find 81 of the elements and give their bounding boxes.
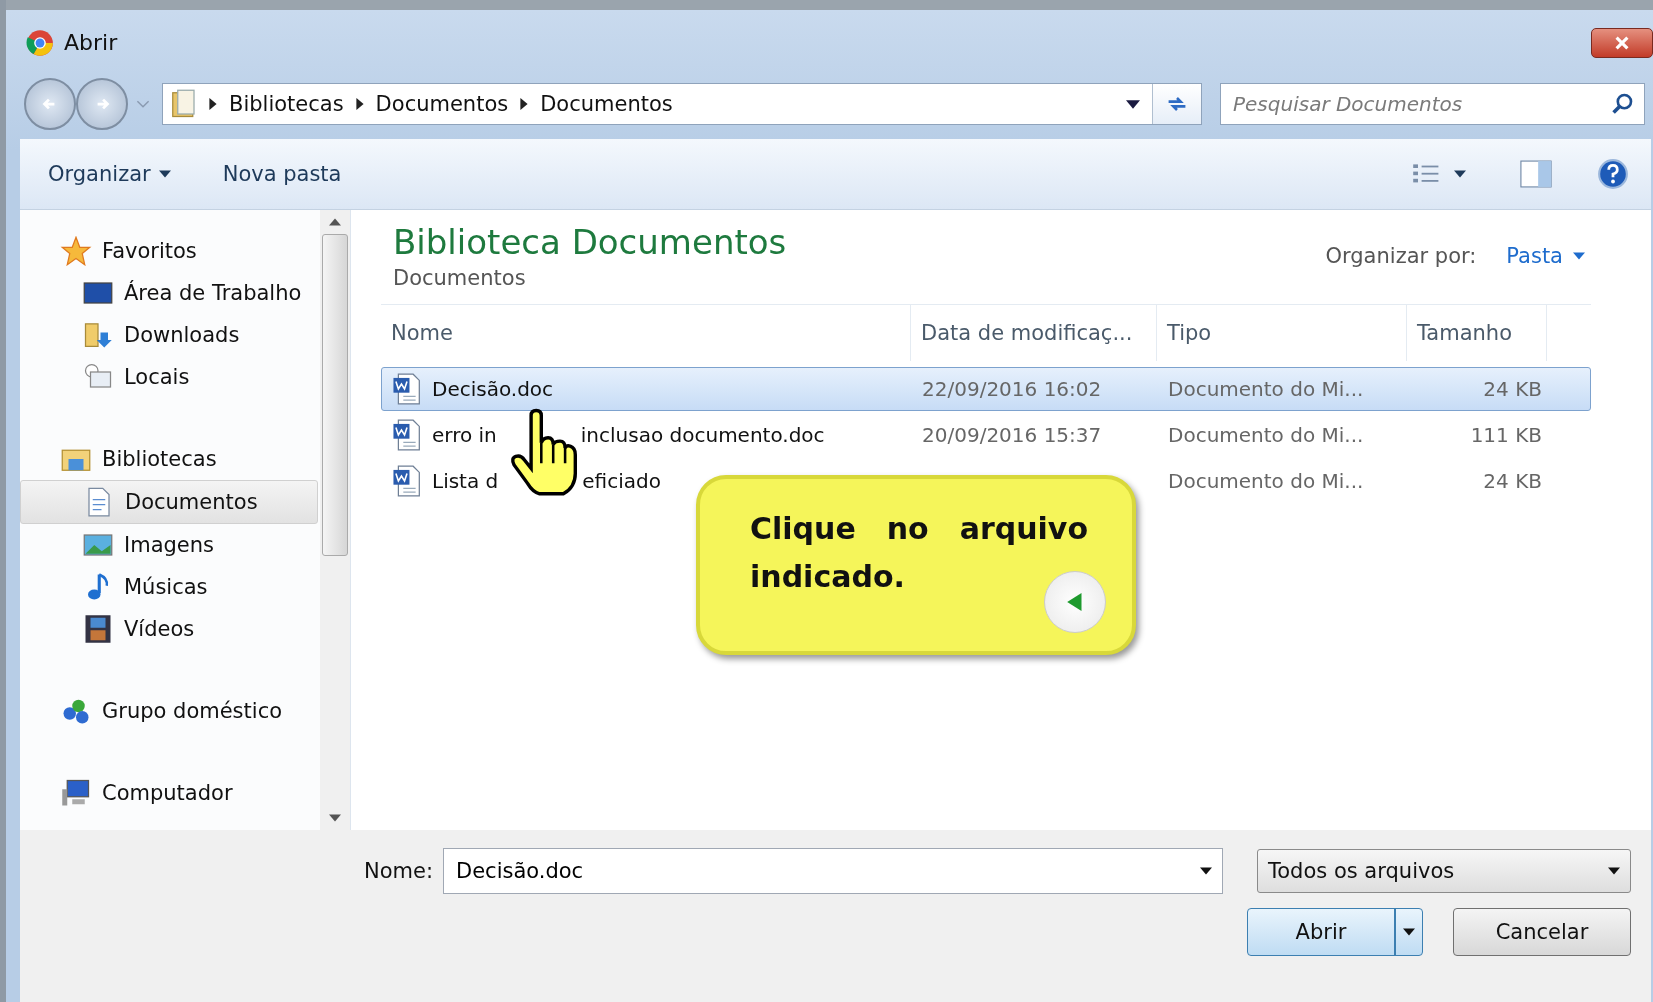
arrange-by-dropdown[interactable]: Pasta — [1500, 243, 1591, 269]
selected-file-row[interactable]: Decisão.doc 22/09/2016 16:02 Documento do Mi... 24 KB — [381, 367, 1591, 411]
file-size: 111 KB — [1469, 423, 1543, 447]
file-type: Documento do Mi... — [1167, 377, 1365, 401]
column-header[interactable]: Tamanho — [1407, 305, 1547, 361]
new-folder-button[interactable]: Nova pasta — [216, 158, 348, 190]
file-name: inclusao documento.doc — [580, 423, 825, 447]
sidebar-item[interactable]: Documentos — [20, 480, 318, 524]
forward-button[interactable] — [76, 78, 128, 130]
column-header[interactable]: Data de modificaç... — [911, 305, 1157, 361]
file-size: 24 KB — [1482, 469, 1543, 493]
close-button[interactable] — [1591, 27, 1653, 58]
library-subtitle: Documentos — [393, 266, 527, 290]
window-title: Abrir — [64, 30, 118, 55]
sidebar-item[interactable]: Downloads — [20, 314, 318, 356]
file-name-label: Nome: — [364, 859, 433, 883]
help-button[interactable] — [1595, 156, 1631, 192]
file-row[interactable]: erro in inclusao documento.doc 20/09/2016 15:37 Documento do Mi... 111 KB — [381, 413, 1591, 457]
refresh-button[interactable] — [1152, 84, 1201, 124]
star-icon — [60, 236, 92, 266]
help-icon — [1597, 158, 1629, 190]
browser-logo-icon — [26, 28, 54, 57]
file-type: Documento do Mi... — [1167, 469, 1365, 493]
address-bar[interactable]: Bibliotecas Documentos Documentos — [162, 83, 1202, 125]
word-document-icon — [392, 373, 422, 405]
file-name-field[interactable]: Decisão.doc — [443, 848, 1223, 894]
file-name: Decisão.doc — [432, 377, 554, 401]
library-folder-icon — [171, 89, 197, 119]
word-document-icon — [392, 465, 422, 497]
scroll-up-icon[interactable] — [329, 218, 341, 226]
computer-icon — [60, 778, 92, 808]
download-icon — [82, 320, 114, 350]
file-type: Documento do Mi... — [1167, 423, 1365, 447]
instruction-text: Clique no arquivo indicado. — [750, 510, 1088, 596]
breadcrumb-item[interactable]: Documentos — [540, 92, 673, 116]
preview-pane-button[interactable] — [1517, 158, 1555, 190]
caret-icon — [158, 170, 171, 178]
dropdown-caret-icon — [1608, 867, 1620, 875]
sidebar-item[interactable]: Locais — [20, 356, 318, 398]
preview-pane-icon — [1519, 160, 1553, 188]
sidebar-item[interactable]: Favoritos — [20, 230, 318, 272]
breadcrumb-arrow-icon — [355, 98, 364, 110]
dropdown-caret-icon — [1200, 867, 1212, 875]
arrange-by-label: Organizar por: — [1325, 244, 1477, 268]
search-icon — [1610, 92, 1634, 116]
sidebar-item[interactable]: Músicas — [20, 566, 318, 608]
sidebar-item[interactable]: Computador — [20, 772, 318, 814]
file-name: erro in — [432, 423, 497, 447]
cancel-button[interactable]: Cancelar — [1453, 908, 1631, 956]
search-input[interactable]: Pesquisar Documentos — [1231, 91, 1610, 117]
search-field[interactable]: Pesquisar Documentos — [1220, 83, 1645, 125]
sidebar-item[interactable]: Grupo doméstico — [20, 690, 318, 732]
breadcrumb-item[interactable]: Documentos — [375, 92, 509, 116]
word-document-icon — [392, 419, 422, 451]
open-button[interactable]: Abrir — [1247, 908, 1423, 956]
organize-menu-button[interactable]: Organizar — [42, 158, 177, 190]
caret-icon — [1573, 252, 1585, 260]
modified-date: 20/09/2016 15:37 — [921, 423, 1103, 447]
breadcrumb-arrow-icon — [209, 98, 217, 110]
modified-date: 22/09/2016 16:02 — [921, 377, 1103, 401]
sidebar-item[interactable]: Área de Trabalho — [20, 272, 318, 314]
sidebar-scrollbar[interactable] — [320, 210, 350, 830]
file-type-dropdown[interactable]: Todos os arquivos — [1257, 849, 1631, 893]
breadcrumb-item[interactable]: Bibliotecas — [229, 92, 344, 116]
sidebar-item[interactable]: Vídeos — [20, 608, 318, 650]
breadcrumb-arrow-icon — [520, 98, 529, 110]
sidebar-item[interactable]: Imagens — [20, 524, 318, 566]
history-caret-icon — [136, 99, 150, 109]
dropdown-caret-icon — [1403, 928, 1415, 936]
file-row[interactable]: Lista d eficiado Documento do Mi... 24 KB — [381, 459, 1591, 503]
dropdown-caret-icon — [1126, 99, 1140, 109]
file-size: 24 KB — [1482, 377, 1543, 401]
library-title: Biblioteca Documentos — [393, 222, 787, 262]
column-header[interactable]: Tipo — [1157, 305, 1407, 361]
file-name: Lista d — [432, 469, 499, 493]
column-header[interactable]: Nome — [381, 305, 911, 361]
file-name: eficiado — [582, 469, 661, 493]
back-button[interactable] — [24, 78, 76, 130]
file-name-input[interactable]: Decisão.doc — [454, 858, 1200, 884]
sidebar-item[interactable]: Bibliotecas — [20, 438, 318, 480]
scroll-down-icon[interactable] — [329, 814, 341, 822]
